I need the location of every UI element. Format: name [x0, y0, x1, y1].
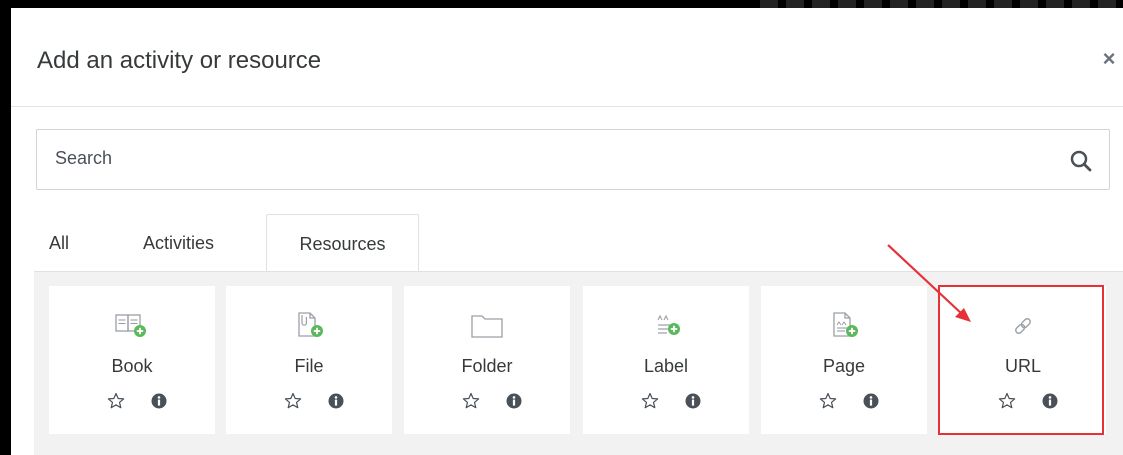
info-icon[interactable]: [685, 393, 701, 409]
module-file[interactable]: File: [226, 286, 392, 434]
star-icon[interactable]: [284, 392, 302, 410]
search-box: [36, 129, 1110, 190]
star-icon[interactable]: [819, 392, 837, 410]
page-icon: [833, 312, 858, 337]
folder-icon: [471, 315, 503, 338]
tab-resources[interactable]: Resources: [266, 214, 419, 272]
modal-header: Add an activity or resource ×: [11, 8, 1123, 107]
label-icon: [657, 314, 680, 335]
module-book[interactable]: Book: [49, 286, 215, 434]
activity-chooser-modal: Add an activity or resource × All Activi…: [11, 8, 1123, 455]
module-label: Page: [822, 356, 866, 376]
module-url[interactable]: URL: [940, 286, 1106, 434]
book-icon: [115, 314, 146, 337]
backdrop-content: [760, 0, 1120, 8]
info-icon[interactable]: [506, 393, 522, 409]
tab-all[interactable]: All: [49, 214, 79, 272]
module-label: Book: [111, 356, 153, 376]
module-label: URL: [1004, 356, 1041, 376]
module-label: Label: [643, 356, 689, 376]
star-icon[interactable]: [641, 392, 659, 410]
modal-title: Add an activity or resource: [37, 47, 322, 74]
module-list: Book File Folder Label Page URL: [34, 271, 1123, 455]
star-icon[interactable]: [462, 392, 480, 410]
url-link-icon: [1015, 318, 1031, 334]
module-folder[interactable]: Folder: [404, 286, 570, 434]
module-label-resource[interactable]: Label: [583, 286, 749, 434]
file-icon: [298, 312, 323, 337]
search-icon[interactable]: [1069, 149, 1093, 173]
module-label: File: [294, 356, 324, 376]
tab-activities[interactable]: Activities: [143, 214, 253, 272]
module-label: Folder: [461, 356, 513, 376]
star-icon[interactable]: [998, 392, 1016, 410]
search-input[interactable]: [37, 130, 1055, 187]
module-tabs: All Activities Resources: [37, 214, 1123, 272]
info-icon[interactable]: [328, 393, 344, 409]
info-icon[interactable]: [863, 393, 879, 409]
close-button[interactable]: ×: [1097, 44, 1121, 74]
info-icon[interactable]: [1042, 393, 1058, 409]
module-page[interactable]: Page: [761, 286, 927, 434]
info-icon[interactable]: [151, 393, 167, 409]
star-icon[interactable]: [107, 392, 125, 410]
